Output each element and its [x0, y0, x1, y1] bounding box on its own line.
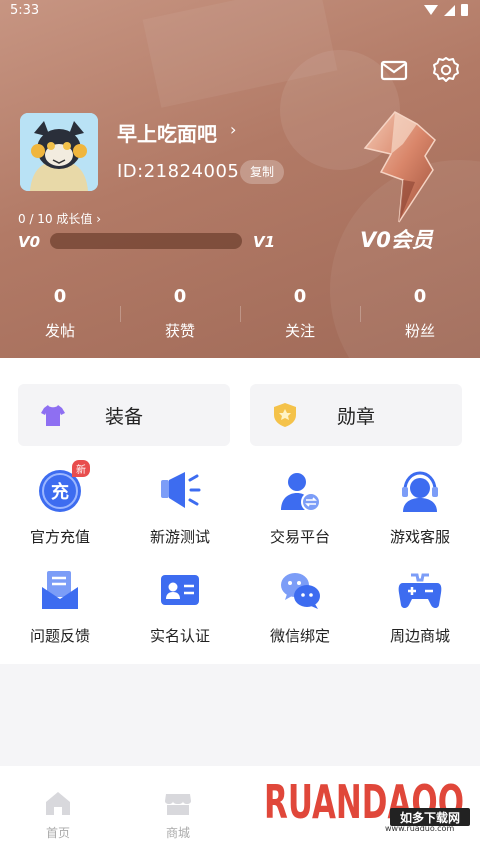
stat-label: 关注: [284, 322, 315, 340]
service-recharge[interactable]: 充 新 官方充值: [0, 460, 120, 546]
stat-value: 0: [413, 286, 427, 307]
home-icon: [46, 792, 70, 815]
status-bar: 5:33: [0, 0, 480, 24]
nav-home[interactable]: 首页: [28, 788, 88, 841]
gear-icon[interactable]: [431, 55, 461, 85]
feedback-icon: [42, 571, 78, 609]
gamepad-icon: [398, 573, 442, 608]
medal-card[interactable]: 勋章: [250, 384, 462, 446]
stat-value: 0: [53, 286, 67, 307]
service-label: 周边商城: [389, 627, 450, 645]
service-label: 问题反馈: [29, 627, 90, 645]
growth-progress-bar: [50, 233, 242, 249]
vip-badge-icon[interactable]: [355, 110, 445, 225]
id-card-icon: [161, 575, 199, 605]
recharge-glyph: 充: [51, 481, 69, 503]
service-customer-support[interactable]: 游戏客服: [360, 468, 480, 546]
nav-store[interactable]: 商城: [148, 788, 208, 841]
services-panel: 装备 勋章 充 新 官方充值 新游测试 交易平台 游戏客服 问题反馈 实名认证 …: [0, 358, 480, 664]
watermark-cn: 如多下载网: [400, 810, 460, 825]
service-label: 游戏客服: [389, 528, 450, 546]
stat-value: 0: [293, 286, 307, 307]
stat-following[interactable]: 0 关注: [240, 286, 360, 346]
service-label: 新游测试: [149, 528, 210, 546]
service-trade[interactable]: 交易平台: [240, 468, 360, 546]
stat-likes[interactable]: 0 获赞: [120, 286, 240, 346]
service-label: 微信绑定: [269, 627, 330, 645]
mail-icon[interactable]: [380, 56, 408, 84]
service-real-name-auth[interactable]: 实名认证: [120, 567, 240, 645]
watermark-site: www.ruaduo.com: [385, 824, 455, 833]
service-label: 实名认证: [149, 627, 210, 645]
service-label: 交易平台: [269, 528, 330, 546]
stats-row: 0 发帖 0 获赞 0 关注 0 粉丝: [0, 286, 480, 346]
battery-icon: [461, 4, 468, 16]
profile-header: 5:33 早上吃面吧 › ID:21824005 复制 0 / 10 成长值 ›…: [0, 0, 480, 358]
growth-value-link[interactable]: 0 / 10 成长值 ›: [18, 210, 101, 227]
nav-label: 首页: [45, 826, 70, 840]
vip-label[interactable]: V0会员: [360, 224, 433, 254]
stat-followers[interactable]: 0 粉丝: [360, 286, 480, 346]
equipment-label: 装备: [104, 406, 143, 428]
service-merch-store[interactable]: 周边商城: [360, 567, 480, 645]
wechat-icon: [281, 573, 320, 609]
services-grid: 充 新 官方充值 新游测试 交易平台 游戏客服 问题反馈 实名认证 微信绑定 周…: [0, 460, 480, 645]
stat-label: 发帖: [44, 322, 75, 340]
nav-label: 商城: [165, 826, 190, 840]
chevron-right-icon[interactable]: ›: [230, 120, 236, 139]
username[interactable]: 早上吃面吧: [117, 118, 217, 147]
store-icon: [165, 794, 191, 815]
medal-label: 勋章: [336, 406, 375, 428]
equipment-card[interactable]: 装备: [18, 384, 230, 446]
user-id: ID:21824005: [117, 161, 240, 182]
wifi-icon: [424, 5, 438, 15]
copy-id-button[interactable]: 复制: [240, 160, 285, 184]
avatar-image: [20, 113, 98, 191]
new-badge: 新: [72, 460, 90, 477]
level-current: V0: [18, 233, 41, 251]
service-new-game-test[interactable]: 新游测试: [120, 468, 240, 546]
level-next: V1: [253, 233, 276, 251]
service-wechat-bind[interactable]: 微信绑定: [240, 567, 360, 645]
status-time: 5:33: [10, 3, 40, 18]
service-label: 官方充值: [29, 528, 90, 546]
new-game-test-icon: [161, 472, 201, 508]
trade-icon: [281, 473, 321, 512]
avatar[interactable]: [20, 113, 98, 191]
stat-label: 获赞: [164, 322, 195, 340]
stat-posts[interactable]: 0 发帖: [0, 286, 120, 346]
signal-icon: [444, 4, 455, 16]
customer-service-icon: [402, 471, 438, 512]
watermark-logo: RUANDAOO 如多下载网: [264, 775, 470, 829]
service-feedback[interactable]: 问题反馈: [0, 567, 120, 645]
status-icons: [424, 4, 468, 16]
stat-value: 0: [173, 286, 187, 307]
stat-label: 粉丝: [404, 322, 435, 340]
